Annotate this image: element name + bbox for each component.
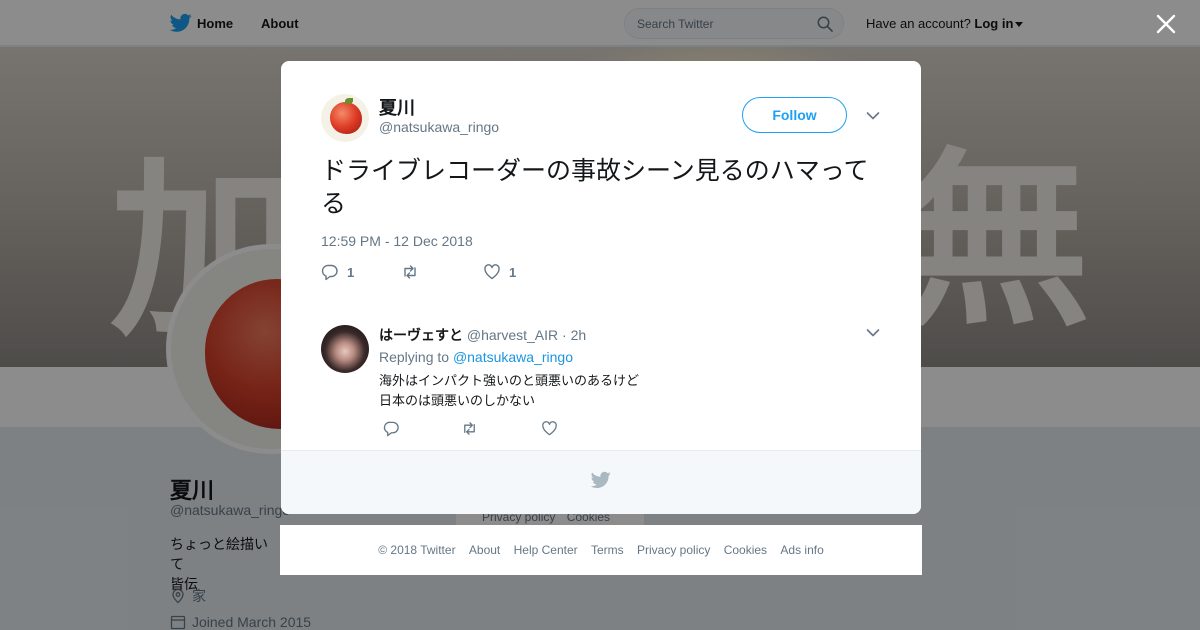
replying-to-link[interactable]: @natsukawa_ringo [453, 349, 573, 365]
reply-icon[interactable] [321, 263, 339, 281]
tweet-author-handle[interactable]: @natsukawa_ringo [379, 119, 499, 135]
retweet-action[interactable] [401, 263, 419, 281]
replying-prefix: Replying to [379, 349, 450, 365]
footer-links: © 2018 Twitter About Help Center Terms P… [280, 525, 922, 575]
tweet-author-avatar[interactable] [321, 94, 369, 142]
reply-text: 海外はインパクト強いのと頭悪いのあるけど 日本のは頭悪いのしかない [379, 372, 639, 412]
apple-image [330, 102, 362, 134]
heart-icon[interactable] [541, 420, 558, 437]
retweet-icon[interactable] [461, 420, 478, 437]
footer-link-about[interactable]: About [469, 543, 500, 557]
tweet-author-name[interactable]: 夏川 [379, 94, 415, 120]
like-action[interactable]: 1 [483, 263, 516, 281]
footer-link-privacy[interactable]: Privacy policy [637, 543, 710, 557]
footer-link-cookies[interactable]: Cookies [724, 543, 767, 557]
heart-icon[interactable] [483, 263, 501, 281]
modal-footer [281, 450, 921, 514]
reply-author-avatar[interactable] [321, 325, 369, 373]
reply-age[interactable]: 2h [571, 327, 587, 343]
leaf-shape [345, 98, 353, 104]
reply-author-handle[interactable]: @harvest_AIR [467, 327, 558, 343]
follow-button[interactable]: Follow [742, 97, 847, 133]
reply-actions [383, 420, 583, 438]
retweet-icon[interactable] [401, 263, 419, 281]
like-count: 1 [509, 265, 517, 280]
close-icon[interactable] [1155, 13, 1177, 35]
reply-text-line: 日本のは頭悪いのしかない [379, 394, 536, 409]
copyright-text: © 2018 Twitter [378, 543, 456, 557]
tweet-text: ドライブレコーダーの事故シーン見るのハマってる [321, 156, 869, 218]
tweet-modal: 夏川 @natsukawa_ringo Follow ドライブレコーダーの事故シ… [281, 61, 921, 514]
separator-dot: · [562, 327, 567, 343]
twitter-bird-icon [591, 471, 611, 488]
footer-link-help[interactable]: Help Center [514, 543, 578, 557]
reply-action[interactable]: 1 [321, 263, 354, 281]
reply-text-line: 海外はインパクト強いのと頭悪いのあるけど [379, 374, 640, 389]
chevron-down-icon[interactable] [866, 328, 880, 338]
reply-author-name[interactable]: はーヴェすと [379, 327, 463, 343]
footer-link-terms[interactable]: Terms [591, 543, 624, 557]
tweet-actions: 1 1 [321, 263, 621, 283]
reply-header: はーヴェすと @harvest_AIR · 2h [379, 325, 586, 345]
footer-link-ads[interactable]: Ads info [780, 543, 823, 557]
reply-icon[interactable] [383, 420, 400, 437]
replying-to: Replying to @natsukawa_ringo [379, 349, 573, 365]
reply-count: 1 [347, 265, 355, 280]
tweet-timestamp[interactable]: 12:59 PM - 12 Dec 2018 [321, 233, 473, 249]
chevron-down-icon[interactable] [866, 111, 880, 121]
